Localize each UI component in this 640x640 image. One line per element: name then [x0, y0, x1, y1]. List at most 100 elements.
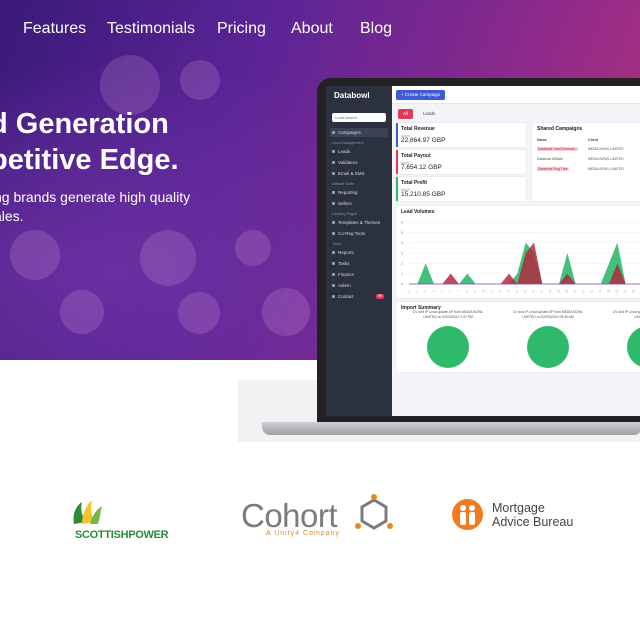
y-tick-label: 6: [401, 221, 403, 225]
stat-value: 7,654.12 GBP: [401, 164, 442, 171]
import-item: CV and IP Lead update AP from MEDIA BOWL…: [508, 310, 588, 368]
shared-campaigns-card: Shared Campaigns Name Client Databowl Le…: [532, 123, 640, 201]
hero-headline: d Generation petitive Edge.: [0, 106, 179, 178]
sidebar-item-label: Tasks: [338, 261, 350, 266]
stat-accent: [396, 150, 398, 174]
sidebar-item-reports[interactable]: Reports: [330, 248, 388, 257]
y-tick-label: 4: [401, 241, 403, 245]
mortgage-advice-bureau-wordmark: Mortgage Advice Bureau: [492, 501, 573, 529]
sidebar-item-label: Contact: [338, 294, 354, 299]
app-topbar: + Create Campaign: [392, 86, 640, 104]
campaign-client: MEDIA BOWL LIMITED: [588, 147, 624, 151]
mab-figure-icon: [460, 505, 475, 525]
x-tick-label: 21: [573, 288, 578, 293]
x-tick-label: 20: [564, 288, 569, 293]
sidebar-item-reporting[interactable]: Reporting: [330, 188, 388, 197]
sidebar-item-templates-themes[interactable]: Templates & Themes: [330, 218, 388, 227]
headline-line-1: d Generation: [0, 108, 169, 140]
x-tick-label: 2: [415, 289, 419, 293]
menu-bullet-icon: [332, 172, 335, 175]
sidebar-item-label: Finance: [338, 272, 355, 277]
stat-value: 15,210.85 GBP: [401, 191, 446, 198]
menu-bullet-icon: [332, 191, 335, 194]
scottishpower-flame-icon: [73, 500, 102, 524]
subtext-line-1: ng brands generate high quality: [0, 189, 191, 205]
menu-bullet-icon: [332, 161, 335, 164]
menu-bullet-icon: [332, 284, 335, 287]
stat-accent: [396, 177, 398, 201]
brand-logo: Databowl: [334, 91, 370, 100]
import-caption: CV and IP Lead update AP from MEDIA BOWL…: [512, 310, 584, 319]
mab-line-2: Advice Bureau: [492, 515, 574, 529]
nav-features[interactable]: Features: [23, 20, 86, 38]
stat-card-revenue: Total Revenue Month 22,864.97 GBP: [396, 123, 526, 147]
nav-about[interactable]: About: [291, 20, 333, 38]
y-tick-label: 0: [401, 283, 403, 287]
menu-bullet-icon: [332, 221, 335, 224]
sidebar-item-sellers[interactable]: Sellers: [330, 199, 388, 208]
bokeh-light: [60, 290, 104, 334]
sidebar-item-email-sms[interactable]: Email & SMS: [330, 169, 388, 178]
sidebar-item-label: Admin: [338, 283, 351, 288]
sidebar-item-co-reg-tools[interactable]: Co-Reg Tools: [330, 229, 388, 238]
import-donut: [527, 326, 569, 368]
lead-search-input[interactable]: [332, 113, 386, 122]
campaign-client: MEDIA BOWL LIMITED: [588, 167, 624, 171]
stat-value: 22,864.97 GBP: [401, 137, 446, 144]
x-tick-label: 6: [448, 289, 452, 293]
import-donut: [427, 326, 469, 368]
import-donut: [627, 326, 640, 368]
tab-all[interactable]: All: [398, 109, 414, 119]
tab-leads[interactable]: Leads: [418, 109, 440, 119]
bokeh-light: [10, 230, 60, 280]
x-tick-label: 19: [556, 288, 561, 293]
subtext-line-2: ales.: [0, 208, 24, 224]
menu-bullet-icon: [332, 202, 335, 205]
nav-pricing[interactable]: Pricing: [217, 20, 266, 38]
client-logos: SCOTTISHPOWER Cohort A Unity4 Company Mo…: [0, 486, 640, 546]
sidebar-item-finance[interactable]: Finance: [330, 270, 388, 279]
sidebar-item-leads[interactable]: Leads: [330, 147, 388, 156]
y-tick-label: 2: [401, 262, 403, 266]
sidebar-section-heading: Lead Management: [332, 141, 364, 145]
shared-title: Shared Campaigns: [537, 126, 583, 132]
stat-accent: [396, 123, 398, 147]
lead-volumes-chart: 01234561 2 3 4 5 6 7 8 9 10 11 12 13 14 15 16 17 18 19 20 21…: [401, 221, 640, 294]
y-tick-label: 5: [401, 231, 403, 235]
sidebar-item-admin[interactable]: Admin: [330, 281, 388, 290]
scottishpower-wordmark: SCOTTISHPOWER: [75, 529, 169, 541]
x-tick-label: 15: [523, 288, 528, 293]
cohort-hexagon-icon: [355, 494, 393, 530]
sidebar-item-label: Co-Reg Tools: [338, 231, 366, 236]
x-tick-label: 16: [531, 288, 536, 293]
nav-testimonials[interactable]: Testimonials: [107, 20, 195, 38]
campaign-link[interactable]: Databowl Affiliate: [537, 157, 563, 161]
hero-subtext: ng brands generate high quality ales.: [0, 188, 190, 226]
bokeh-light: [178, 292, 220, 334]
sidebar-item-contact[interactable]: Contact 99: [330, 292, 388, 301]
nav-blog[interactable]: Blog: [360, 20, 392, 38]
top-navigation: Features Testimonials Pricing About Blog: [0, 20, 640, 40]
sidebar-item-campaigns[interactable]: Campaigns: [330, 128, 388, 137]
x-tick-label: 22: [581, 288, 586, 293]
campaign-link[interactable]: Databowl Lead Generati...: [537, 147, 579, 151]
sidebar-section-heading: Tools: [332, 242, 341, 246]
stat-title: Total Profit: [401, 180, 428, 186]
campaign-link[interactable]: Databowl Ping Tree: [537, 167, 569, 171]
sidebar-item-tasks[interactable]: Tasks: [330, 259, 388, 268]
menu-bullet-icon: [332, 150, 335, 153]
x-tick-label: 27: [623, 288, 628, 293]
sidebar-section-heading: Landing Pages: [332, 212, 358, 216]
import-caption: CV and IP Lead update AP from MEDIA BOWL…: [412, 310, 484, 319]
menu-bullet-icon: [332, 232, 335, 235]
x-tick-label: 25: [606, 288, 611, 293]
x-tick-label: 11: [489, 289, 494, 294]
stat-card-profit: Total Profit Month 15,210.85 GBP: [396, 177, 526, 201]
sidebar-item-validators[interactable]: Validators: [330, 158, 388, 167]
create-campaign-button[interactable]: + Create Campaign: [396, 90, 446, 100]
import-item: CV and IP Lead update AP from MEDIA BOWL…: [608, 310, 640, 368]
menu-bullet-icon: [332, 295, 335, 298]
bokeh-light: [262, 288, 310, 336]
menu-bullet-icon: [332, 131, 335, 134]
x-tick-label: 24: [598, 288, 603, 293]
